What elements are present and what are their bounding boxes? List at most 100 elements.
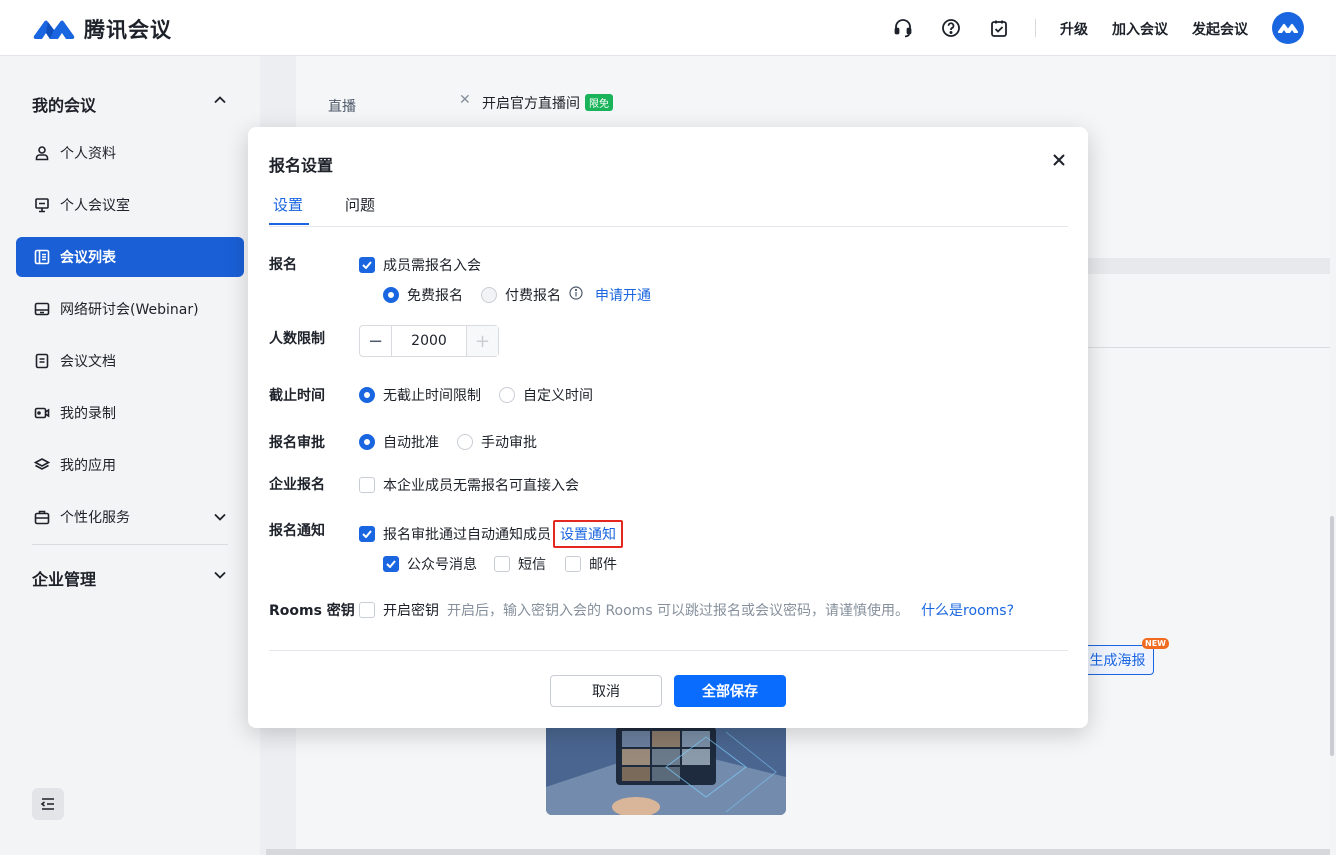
generate-poster-button[interactable]: 生成海报 (1081, 645, 1154, 675)
sidebar-item-label: 会议文档 (60, 354, 116, 370)
wechat-notify-checkbox[interactable]: 公众号消息 (383, 554, 477, 574)
layers-icon (34, 457, 50, 473)
checkbox-icon (359, 477, 375, 493)
promo-image (546, 727, 786, 815)
sidebar-item-label: 我的录制 (60, 406, 116, 422)
chevron-down-icon[interactable] (212, 567, 228, 583)
enterprise-heading[interactable]: 企业管理 (32, 566, 96, 590)
tab-settings[interactable]: 设置 (273, 194, 303, 215)
sidebar-item-label: 我的应用 (60, 458, 116, 474)
deadline-label: 截止时间 (269, 388, 325, 404)
what-is-rooms-link[interactable]: 什么是rooms? (921, 600, 1014, 620)
cancel-button[interactable]: 取消 (550, 675, 662, 707)
new-badge: NEW (1142, 638, 1169, 649)
quantity-input[interactable]: 2000 (391, 326, 467, 356)
enterprise-skip-label: 本企业成员无需报名可直接入会 (383, 478, 579, 494)
sidebar-item-label: 个性化服务 (60, 510, 130, 526)
no-deadline-label: 无截止时间限制 (383, 388, 481, 404)
active-tab-indicator (269, 223, 309, 225)
require-registration-label: 成员需报名入会 (383, 258, 481, 274)
sidebar-divider (32, 544, 228, 545)
free-badge: 限免 (585, 94, 613, 111)
radio-selected-icon (359, 387, 375, 403)
join-meeting-link[interactable]: 加入会议 (1112, 19, 1168, 39)
apply-link[interactable]: 申请开通 (595, 285, 651, 305)
save-all-button[interactable]: 全部保存 (674, 675, 786, 707)
chevron-down-icon[interactable] (212, 509, 228, 525)
enterprise-label: 企业报名 (269, 477, 325, 493)
checklist-icon[interactable] (987, 16, 1011, 40)
my-meetings-heading[interactable]: 我的会议 (32, 92, 96, 116)
upgrade-link[interactable]: 升级 (1060, 19, 1088, 39)
sidebar-item-meeting-list[interactable]: 会议列表 (16, 237, 244, 277)
enterprise-skip-checkbox[interactable]: 本企业成员无需报名可直接入会 (359, 475, 579, 495)
manual-approve-radio[interactable]: 手动审批 (457, 432, 537, 452)
radio-selected-icon (359, 434, 375, 450)
set-notification-link[interactable]: 设置通知 (553, 520, 623, 548)
tab-questions[interactable]: 问题 (345, 194, 375, 215)
app-logo[interactable]: 腾讯会议 (32, 14, 172, 44)
sidebar-item-personalized-service[interactable]: 个性化服务 (16, 497, 244, 537)
auto-notify-checkbox[interactable]: 报名审批通过自动通知成员 设置通知 (359, 520, 623, 548)
help-icon[interactable] (939, 16, 963, 40)
live-option[interactable]: 开启官方直播间 (482, 93, 580, 113)
collapse-sidebar-button[interactable] (32, 788, 64, 820)
radio-selected-icon (383, 287, 399, 303)
sidebar-item-webinar[interactable]: 网络研讨会(Webinar) (16, 289, 244, 329)
section-divider (1085, 258, 1330, 274)
custom-deadline-label: 自定义时间 (523, 388, 593, 404)
sidebar-item-documents[interactable]: 会议文档 (16, 341, 244, 381)
require-registration-checkbox[interactable]: 成员需报名入会 (359, 255, 481, 275)
horizontal-scrollbar[interactable] (266, 849, 1330, 855)
poster-button-label: 生成海报 (1089, 653, 1146, 669)
radio-disabled-icon (481, 287, 497, 303)
email-notify-label: 邮件 (589, 557, 617, 573)
info-icon[interactable] (569, 286, 583, 304)
cancel-button-label: 取消 (592, 684, 620, 700)
radio-icon (499, 387, 515, 403)
auto-approve-radio[interactable]: 自动批准 (359, 432, 439, 452)
sms-notify-checkbox[interactable]: 短信 (494, 554, 546, 574)
registration-label: 报名 (269, 257, 297, 273)
sidebar-item-label: 网络研讨会(Webinar) (60, 302, 199, 318)
chevron-up-icon[interactable] (212, 92, 228, 108)
checkbox-icon (359, 602, 375, 618)
scrollbar[interactable] (1330, 516, 1334, 756)
document-icon (34, 353, 50, 369)
sidebar-item-recordings[interactable]: 我的录制 (16, 393, 244, 433)
increment-button[interactable]: + (467, 326, 498, 356)
start-meeting-link[interactable]: 发起会议 (1192, 19, 1248, 39)
free-registration-radio[interactable]: 免费报名 (383, 285, 463, 305)
sidebar-item-personal-room[interactable]: 个人会议室 (16, 185, 244, 225)
sidebar-item-profile[interactable]: 个人资料 (16, 133, 244, 173)
footer-divider (269, 650, 1068, 651)
sidebar-item-apps[interactable]: 我的应用 (16, 445, 244, 485)
no-deadline-radio[interactable]: 无截止时间限制 (359, 385, 481, 405)
limit-label: 人数限制 (269, 331, 325, 347)
dialog-title: 报名设置 (269, 156, 334, 175)
sidebar-item-label: 个人资料 (60, 146, 116, 162)
email-notify-checkbox[interactable]: 邮件 (565, 554, 617, 574)
top-bar: 腾讯会议 升级 加入会议 发起会议 (0, 0, 1336, 56)
tabs-divider (269, 226, 1068, 227)
rooms-label: Rooms 密钥 (269, 603, 355, 619)
tencent-meeting-logo-icon (32, 16, 76, 42)
decrement-button[interactable]: − (360, 326, 391, 356)
close-icon[interactable] (1050, 151, 1068, 169)
monitor-icon (34, 197, 50, 213)
rooms-key-checkbox[interactable]: 开启密钥 开启后，输入密钥入会的 Rooms 可以跳过报名或会议密码，请谨慎使用… (359, 600, 1014, 620)
checkmark-icon (359, 257, 375, 273)
sidebar-item-label: 会议列表 (60, 250, 116, 266)
checkmark-icon (383, 556, 399, 572)
webinar-icon (34, 301, 50, 317)
list-icon (34, 249, 50, 265)
sms-notify-label: 短信 (518, 557, 546, 573)
quantity-stepper: − 2000 + (359, 325, 499, 357)
auto-approve-label: 自动批准 (383, 435, 439, 451)
paid-registration-radio[interactable]: 付费报名 申请开通 (481, 285, 651, 305)
custom-deadline-radio[interactable]: 自定义时间 (499, 385, 593, 405)
radio-icon (457, 434, 473, 450)
save-button-label: 全部保存 (702, 684, 758, 700)
headset-icon[interactable] (891, 16, 915, 40)
avatar[interactable] (1272, 12, 1304, 44)
